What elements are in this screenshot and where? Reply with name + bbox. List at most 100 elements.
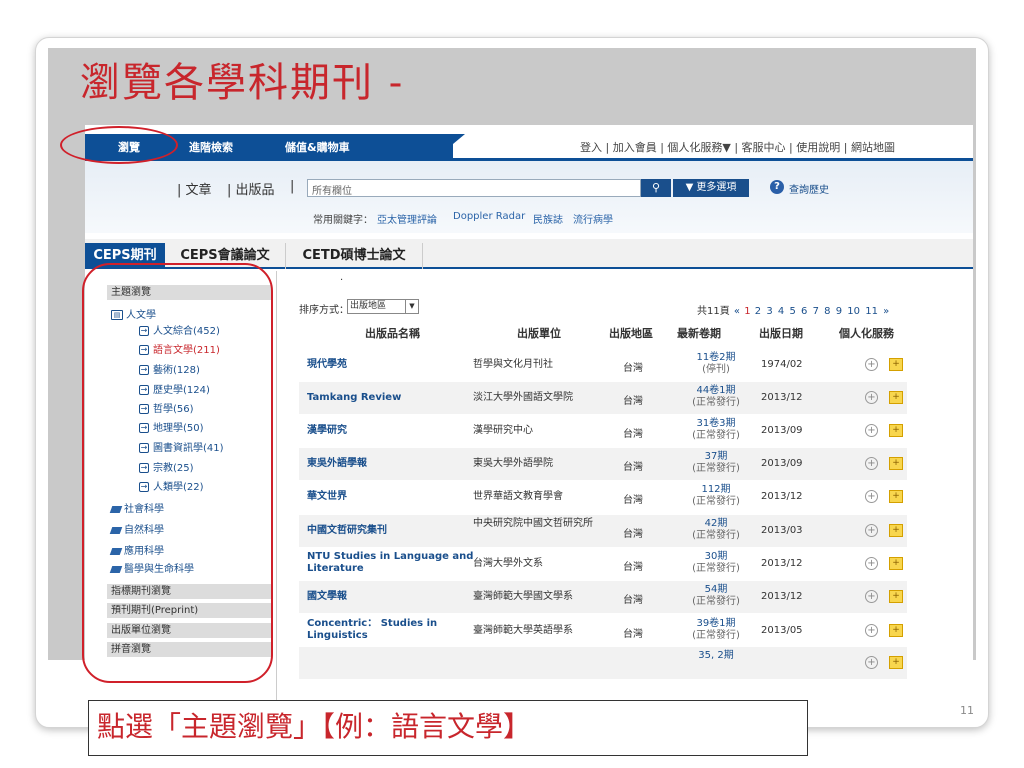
issue-status: (正常發行) (692, 397, 740, 408)
latest-issue-link[interactable]: 54期 (正常發行) (679, 584, 753, 608)
add-subscription-icon[interactable]: + (865, 524, 878, 537)
journal-title-link[interactable]: 中國文哲研究集刊 (307, 525, 477, 537)
page-link[interactable]: 5 (789, 306, 795, 317)
publish-date: 2013/03 (761, 525, 803, 536)
add-subscription-icon[interactable]: + (865, 656, 878, 669)
journal-title-link[interactable]: 國文學報 (307, 591, 477, 603)
add-favorite-icon[interactable]: + (889, 557, 903, 570)
keyword-link[interactable]: 民族誌 (533, 211, 563, 226)
add-favorite-icon[interactable]: + (889, 424, 903, 437)
issue-number: 11卷2期 (696, 352, 736, 363)
page-link[interactable]: 4 (778, 306, 784, 317)
add-favorite-icon[interactable]: + (889, 624, 903, 637)
add-favorite-icon[interactable]: + (889, 490, 903, 503)
add-favorite-icon[interactable]: + (889, 391, 903, 404)
add-subscription-icon[interactable]: + (865, 490, 878, 503)
add-subscription-icon[interactable]: + (865, 424, 878, 437)
add-favorite-icon[interactable]: + (889, 656, 903, 669)
tab-cetd-theses[interactable]: CETD碩博士論文 (285, 243, 423, 269)
help-icon[interactable]: ? (770, 180, 784, 194)
latest-issue-link[interactable]: 37期 (正常發行) (679, 451, 753, 475)
annotation-circle-browse (60, 126, 178, 164)
scope-articles[interactable]: | 文章 (177, 179, 212, 198)
issue-number: 30期 (704, 551, 728, 562)
region: 台灣 (623, 562, 643, 573)
page-link[interactable]: 2 (755, 306, 761, 317)
add-favorite-icon[interactable]: + (889, 358, 903, 371)
nav-cart[interactable]: 儲值&購物車 (285, 139, 350, 155)
publish-date: 2013/12 (761, 491, 803, 502)
region: 台灣 (623, 429, 643, 440)
header-title: 出版品名稱 (365, 327, 420, 340)
region: 台灣 (623, 595, 643, 606)
search-button[interactable]: ⚲ (641, 179, 671, 197)
table-row: Concentric： Studies in Linguistics 臺灣師範大學… (299, 615, 907, 647)
page-prev[interactable]: « (734, 306, 740, 317)
more-options-button[interactable]: ▼ 更多選項 (673, 179, 749, 197)
journal-title-link[interactable]: Concentric： Studies in Linguistics (307, 618, 477, 642)
add-subscription-icon[interactable]: + (865, 358, 878, 371)
region: 台灣 (623, 495, 643, 506)
issue-number: 44卷1期 (696, 385, 736, 396)
publisher-name: 世界華語文教育學會 (473, 491, 563, 502)
issue-status: (正常發行) (692, 430, 740, 441)
search-input[interactable]: 所有欄位 (307, 179, 641, 197)
journal-title-link[interactable]: 東吳外語學報 (307, 458, 477, 470)
issue-number: 54期 (704, 584, 728, 595)
page-number: 11 (960, 704, 974, 717)
add-subscription-icon[interactable]: + (865, 624, 878, 637)
journal-title-link[interactable]: 華文世界 (307, 491, 477, 503)
journal-title-link[interactable]: Tamkang Review (307, 392, 477, 404)
page-link[interactable]: 9 (836, 306, 842, 317)
scope-separator: | (290, 179, 295, 194)
sort-select[interactable]: 出版地區 ▼ (347, 299, 419, 314)
nav-advanced-search[interactable]: 進階檢索 (189, 139, 233, 155)
search-history-link[interactable]: 查詢歷史 (789, 181, 829, 196)
page-link[interactable]: 8 (824, 306, 830, 317)
publish-date: 2013/05 (761, 625, 803, 636)
scope-publications[interactable]: | 出版品 (227, 179, 275, 198)
page-link[interactable]: 11 (865, 306, 878, 317)
top-links[interactable]: 登入 | 加入會員 | 個人化服務▼ | 客服中心 | 使用說明 | 網站地圖 (580, 139, 895, 155)
latest-issue-link[interactable]: 42期 (正常發行) (679, 518, 753, 542)
add-subscription-icon[interactable]: + (865, 590, 878, 603)
issue-status: (正常發行) (692, 530, 740, 541)
keyword-link[interactable]: 亞太管理評論 (377, 211, 437, 226)
table-row: NTU Studies in Language and Literature 台灣… (299, 548, 907, 580)
journal-title-link[interactable]: NTU Studies in Language and Literature (307, 551, 477, 575)
latest-issue-link[interactable]: 39卷1期 (正常發行) (679, 618, 753, 642)
page-link[interactable]: 6 (801, 306, 807, 317)
add-favorite-icon[interactable]: + (889, 457, 903, 470)
add-subscription-icon[interactable]: + (865, 391, 878, 404)
add-favorite-icon[interactable]: + (889, 524, 903, 537)
keyword-link[interactable]: 流行病學 (573, 211, 613, 226)
latest-issue-link[interactable]: 44卷1期 (正常發行) (679, 385, 753, 409)
issue-status: (正常發行) (692, 596, 740, 607)
latest-issue-link[interactable]: 30期 (正常發行) (679, 551, 753, 575)
latest-issue-link[interactable]: 35, 2期 (679, 650, 753, 662)
table-row: 現代學苑 哲學與文化月刊社 台灣 11卷2期 (停刊) 1974/02 + + (299, 349, 907, 381)
region: 台灣 (623, 529, 643, 540)
chevron-down-icon: ▼ (405, 300, 418, 313)
header-publisher: 出版單位 (517, 327, 561, 340)
slide: 瀏覽各學科期刊 - 瀏覽 進階檢索 儲值&購物車 登入 | 加入會員 | 個人化… (0, 0, 1024, 768)
add-subscription-icon[interactable]: + (865, 457, 878, 470)
latest-issue-link[interactable]: 31卷3期 (正常發行) (679, 418, 753, 442)
publisher-name: 臺灣師範大學英語學系 (473, 625, 573, 636)
add-subscription-icon[interactable]: + (865, 557, 878, 570)
table-row: 漢學研究 漢學研究中心 台灣 31卷3期 (正常發行) 2013/09 + + (299, 415, 907, 447)
keyword-link[interactable]: Doppler Radar (453, 211, 525, 222)
magnifier-icon: ⚲ (651, 181, 661, 194)
page-link[interactable]: 3 (766, 306, 772, 317)
table-row: 中國文哲研究集刊 中央研究院中國文哲研究所 台灣 42期 (正常發行) 2013/03 + + (299, 515, 907, 547)
page-link[interactable]: 10 (847, 306, 860, 317)
journal-title-link[interactable]: 現代學苑 (307, 359, 477, 371)
page-link[interactable]: 7 (813, 306, 819, 317)
table-row: Tamkang Review 淡江大學外國語文學院 台灣 44卷1期 (正常發行) 201… (299, 382, 907, 414)
add-favorite-icon[interactable]: + (889, 590, 903, 603)
latest-issue-link[interactable]: 112期 (正常發行) (679, 484, 753, 508)
page-next[interactable]: » (883, 306, 889, 317)
journal-title-link[interactable]: 漢學研究 (307, 425, 477, 437)
publish-date: 2013/09 (761, 458, 803, 469)
latest-issue-link[interactable]: 11卷2期 (停刊) (679, 352, 753, 376)
